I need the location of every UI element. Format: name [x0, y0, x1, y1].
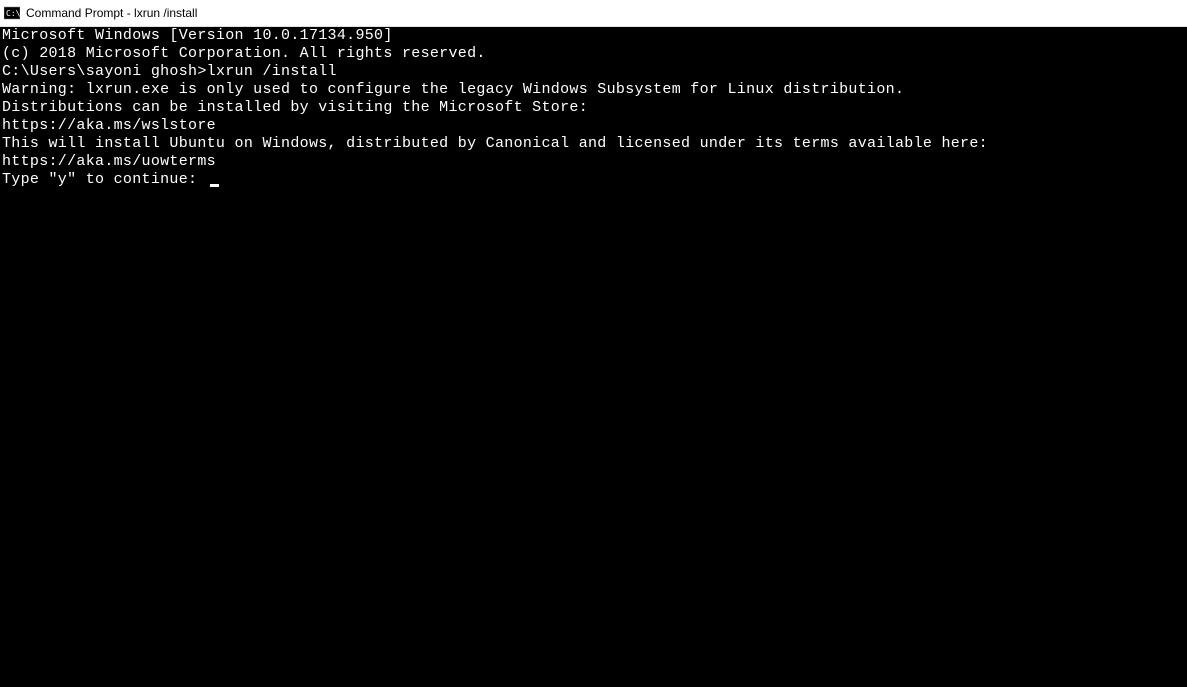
url-line-1: https://aka.ms/wslstore: [2, 117, 1185, 135]
copyright-line: (c) 2018 Microsoft Corporation. All righ…: [2, 45, 1185, 63]
cmd-icon: C:\: [4, 5, 20, 21]
typed-command: lxrun /install: [207, 63, 337, 80]
command-line: C:\Users\sayoni ghosh>lxrun /install: [2, 63, 337, 81]
prompt-text: Type "y" to continue:: [2, 171, 207, 188]
svg-text:C:\: C:\: [6, 9, 20, 18]
terminal-output[interactable]: Microsoft Windows [Version 10.0.17134.95…: [0, 27, 1187, 687]
version-line: Microsoft Windows [Version 10.0.17134.95…: [2, 27, 1185, 45]
install-info-line: This will install Ubuntu on Windows, dis…: [2, 135, 1185, 153]
window-title: Command Prompt - lxrun /install: [26, 6, 197, 20]
warning-line: Warning: lxrun.exe is only used to confi…: [2, 81, 1185, 99]
info-line: Distributions can be installed by visiti…: [2, 99, 1185, 117]
window-titlebar: C:\ Command Prompt - lxrun /install: [0, 0, 1187, 27]
url-line-2: https://aka.ms/uowterms: [2, 153, 1185, 171]
continue-prompt: Type "y" to continue:: [2, 171, 219, 189]
cursor-icon: [210, 184, 219, 187]
prompt-path: C:\Users\sayoni ghosh>: [2, 63, 207, 80]
